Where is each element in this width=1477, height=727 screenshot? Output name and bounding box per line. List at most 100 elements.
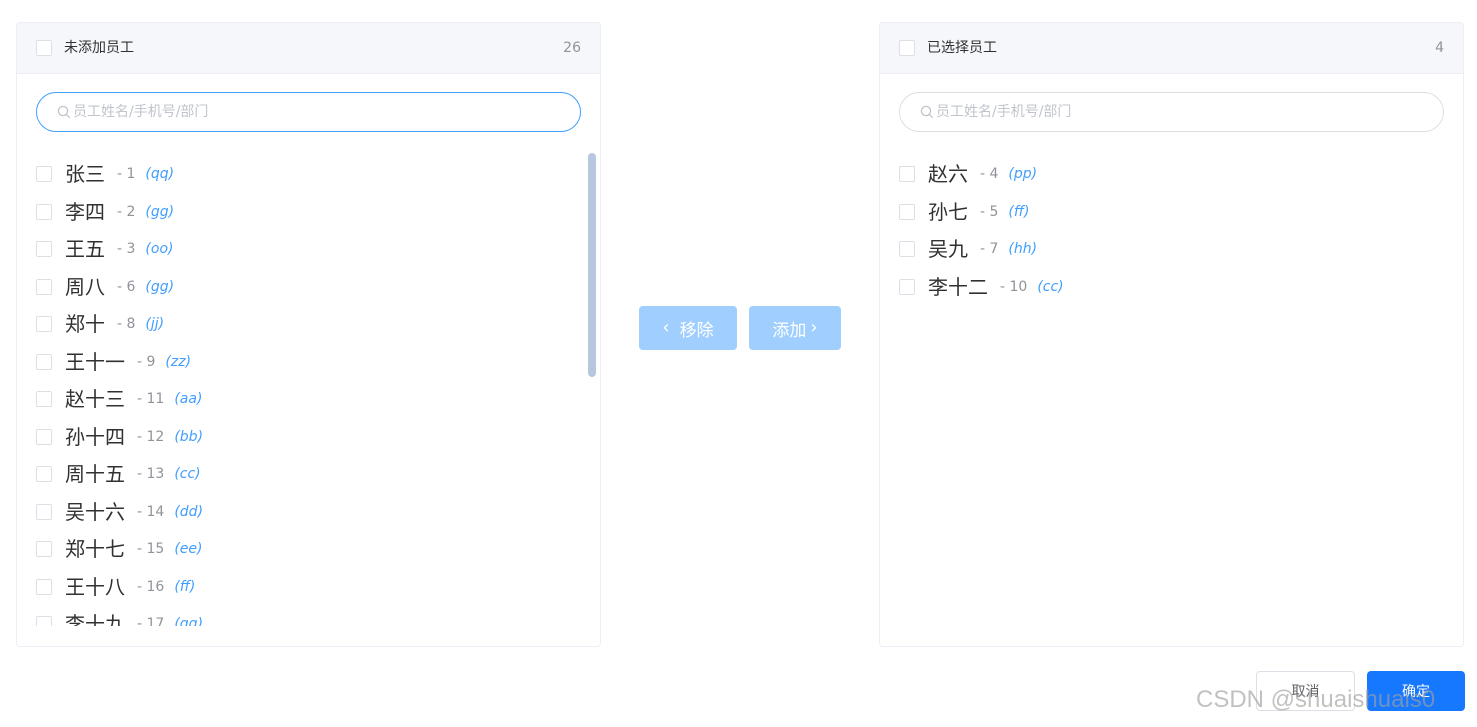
employee-name: 孙十四 xyxy=(65,424,125,449)
list-item[interactable]: 周十五 - 13 (cc) xyxy=(36,456,201,492)
item-checkbox[interactable] xyxy=(36,578,52,595)
employee-abbr: (ee) xyxy=(174,541,203,557)
panel-title: 已选择员工 xyxy=(927,40,997,56)
employee-name: 赵六 xyxy=(928,162,968,186)
employee-abbr: (cc) xyxy=(1037,278,1064,295)
employee-abbr: (gg) xyxy=(145,278,175,295)
list-item[interactable]: 郑十 - 8 (jj) xyxy=(36,306,164,342)
employee-name: 张三 xyxy=(65,162,105,186)
list-item[interactable]: 周八 - 6 (gg) xyxy=(36,269,174,305)
employee-abbr: (gg) xyxy=(174,616,204,626)
employee-abbr: (gg) xyxy=(145,203,175,220)
list-item[interactable]: 李十九 - 17 (gg) xyxy=(36,606,203,626)
employee-id: - 10 xyxy=(1000,278,1028,295)
list-item[interactable]: 吴九 - 7 (hh) xyxy=(899,231,1037,267)
list-item[interactable]: 李十二 - 10 (cc) xyxy=(899,269,1064,305)
employee-abbr: (oo) xyxy=(145,241,174,257)
item-checkbox[interactable] xyxy=(36,391,52,407)
employee-name: 郑十七 xyxy=(65,537,125,561)
panel-count: 26 xyxy=(563,40,581,56)
employee-name: 周八 xyxy=(65,274,105,299)
search-icon xyxy=(920,105,934,119)
item-checkbox[interactable] xyxy=(36,353,52,370)
watermark: CSDN @shuaishuais0 xyxy=(1196,686,1436,713)
employee-abbr: (bb) xyxy=(174,428,204,445)
item-checkbox[interactable] xyxy=(36,466,52,482)
item-checkbox[interactable] xyxy=(36,241,52,257)
employee-name: 吴十六 xyxy=(65,499,125,524)
employee-list: 赵六 - 4 (pp) 孙七 - 5 (ff) 吴九 - 7 (hh) 李十二 … xyxy=(880,150,1463,626)
list-item[interactable]: 孙七 - 5 (ff) xyxy=(899,194,1029,230)
item-checkbox[interactable] xyxy=(36,278,52,295)
list-item[interactable]: 王十八 - 16 (ff) xyxy=(36,569,195,605)
item-checkbox[interactable] xyxy=(899,278,915,295)
item-checkbox[interactable] xyxy=(36,203,52,220)
list-item[interactable]: 孙十四 - 12 (bb) xyxy=(36,419,203,455)
list-item[interactable]: 赵十三 - 11 (aa) xyxy=(36,381,202,417)
list-item[interactable]: 李四 - 2 (gg) xyxy=(36,194,174,230)
select-all-checkbox[interactable] xyxy=(36,40,52,56)
employee-id: - 15 xyxy=(137,541,165,557)
employee-id: - 9 xyxy=(137,353,156,370)
employee-id: - 5 xyxy=(980,203,999,220)
employee-name: 李十九 xyxy=(65,612,125,626)
employee-name: 王十一 xyxy=(65,349,125,374)
employee-abbr: (cc) xyxy=(174,466,201,482)
item-checkbox[interactable] xyxy=(36,503,52,520)
employee-name: 孙七 xyxy=(928,199,968,224)
item-checkbox[interactable] xyxy=(899,166,915,182)
list-item[interactable]: 吴十六 - 14 (dd) xyxy=(36,494,203,530)
item-checkbox[interactable] xyxy=(36,316,52,332)
employee-id: - 11 xyxy=(137,391,165,407)
panel-header: 已选择员工 4 xyxy=(880,23,1463,74)
employee-name: 李十二 xyxy=(928,274,988,299)
employee-name: 王十八 xyxy=(65,574,125,599)
list-item[interactable]: 张三 - 1 (qq) xyxy=(36,156,174,192)
list-item[interactable]: 赵六 - 4 (pp) xyxy=(899,156,1037,192)
select-all-checkbox[interactable] xyxy=(899,40,915,56)
employee-id: - 17 xyxy=(137,616,165,626)
employee-id: - 13 xyxy=(137,466,165,482)
employee-id: - 8 xyxy=(117,316,136,332)
item-checkbox[interactable] xyxy=(899,241,915,257)
list-item[interactable]: 王五 - 3 (oo) xyxy=(36,231,173,267)
panel-title: 未添加员工 xyxy=(64,40,134,56)
item-checkbox[interactable] xyxy=(36,166,52,182)
employee-abbr: (pp) xyxy=(1008,166,1038,182)
list-scrollbar[interactable] xyxy=(588,153,596,377)
employee-abbr: (jj) xyxy=(145,316,165,332)
employee-abbr: (aa) xyxy=(174,391,203,407)
search-input[interactable] xyxy=(73,93,563,131)
employee-abbr: (zz) xyxy=(165,353,192,370)
list-item[interactable]: 郑十七 - 15 (ee) xyxy=(36,531,202,567)
add-button[interactable]: 添加 › xyxy=(749,306,841,350)
employee-id: - 4 xyxy=(980,166,999,182)
list-item[interactable]: 王十一 - 9 (zz) xyxy=(36,344,191,380)
employee-abbr: (qq) xyxy=(145,166,175,182)
item-checkbox[interactable] xyxy=(36,541,52,557)
employee-abbr: (hh) xyxy=(1008,241,1038,257)
item-checkbox[interactable] xyxy=(36,428,52,445)
chevron-left-icon: ‹ xyxy=(662,317,670,338)
panel-header: 未添加员工 26 xyxy=(17,23,600,74)
search-field[interactable] xyxy=(899,92,1444,132)
employee-abbr: (dd) xyxy=(174,503,204,520)
add-button-label: 添加 xyxy=(772,320,807,341)
remove-button-label: 移除 xyxy=(679,320,714,341)
search-field[interactable] xyxy=(36,92,581,132)
selected-employees-panel: 已选择员工 4 赵六 - 4 (pp) 孙七 - 5 (ff) 吴九 - 7 (… xyxy=(879,22,1464,647)
item-checkbox[interactable] xyxy=(36,616,52,626)
search-input[interactable] xyxy=(936,93,1426,131)
search-icon xyxy=(57,105,71,119)
item-checkbox[interactable] xyxy=(899,203,915,220)
employee-name: 吴九 xyxy=(928,237,968,261)
employee-list: 张三 - 1 (qq) 李四 - 2 (gg) 王五 - 3 (oo) 周八 -… xyxy=(17,150,600,626)
employee-name: 王五 xyxy=(65,237,105,261)
employee-id: - 7 xyxy=(980,241,999,257)
employee-name: 赵十三 xyxy=(65,387,125,411)
employee-name: 郑十 xyxy=(65,312,105,336)
employee-id: - 12 xyxy=(137,428,165,445)
employee-name: 李四 xyxy=(65,199,105,224)
remove-button[interactable]: ‹ 移除 xyxy=(639,306,737,350)
employee-id: - 1 xyxy=(117,166,136,182)
